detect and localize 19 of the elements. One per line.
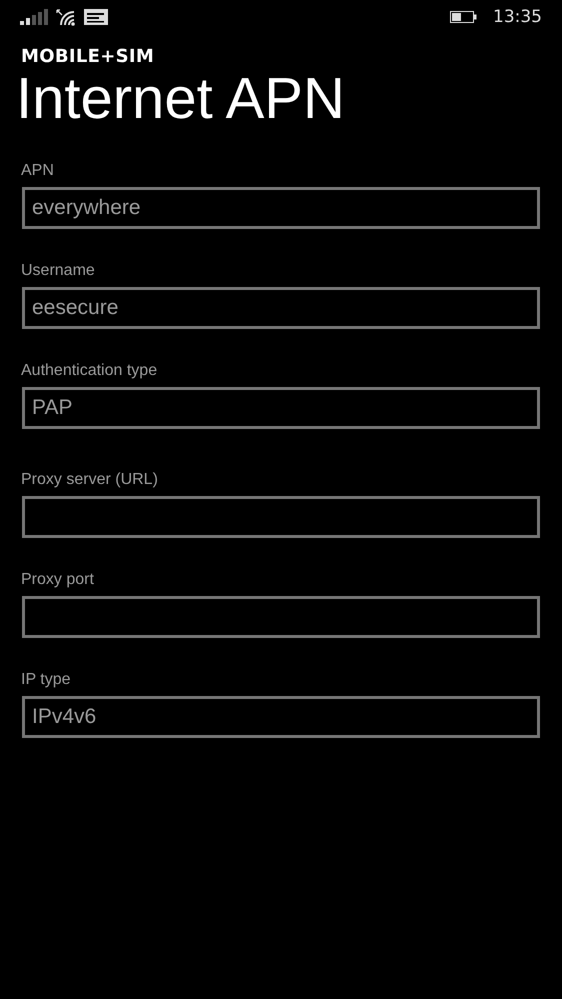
- battery-icon: [450, 11, 477, 23]
- input-field[interactable]: everywhere: [22, 187, 540, 230]
- wifi-icon: [56, 8, 76, 26]
- field-label: Username: [21, 262, 96, 280]
- input-field[interactable]: IPv4v6: [22, 696, 540, 738]
- message-icon: [84, 9, 108, 25]
- field-label: Proxy server (URL): [21, 471, 159, 490]
- field-label: IP type: [21, 671, 72, 690]
- input-field[interactable]: PAP: [22, 387, 540, 430]
- field-label: APN: [21, 162, 55, 180]
- page-title: Internet APN: [16, 65, 346, 133]
- input-field[interactable]: [22, 596, 540, 638]
- field-label: Authentication type: [21, 362, 158, 380]
- clock-time: 13:35: [493, 7, 542, 27]
- field-label: Proxy port: [21, 571, 95, 590]
- section-title: MOBILE+SIM: [21, 46, 156, 67]
- signal-icon: [20, 9, 48, 25]
- input-field[interactable]: [22, 496, 540, 538]
- input-field[interactable]: eesecure: [22, 287, 540, 330]
